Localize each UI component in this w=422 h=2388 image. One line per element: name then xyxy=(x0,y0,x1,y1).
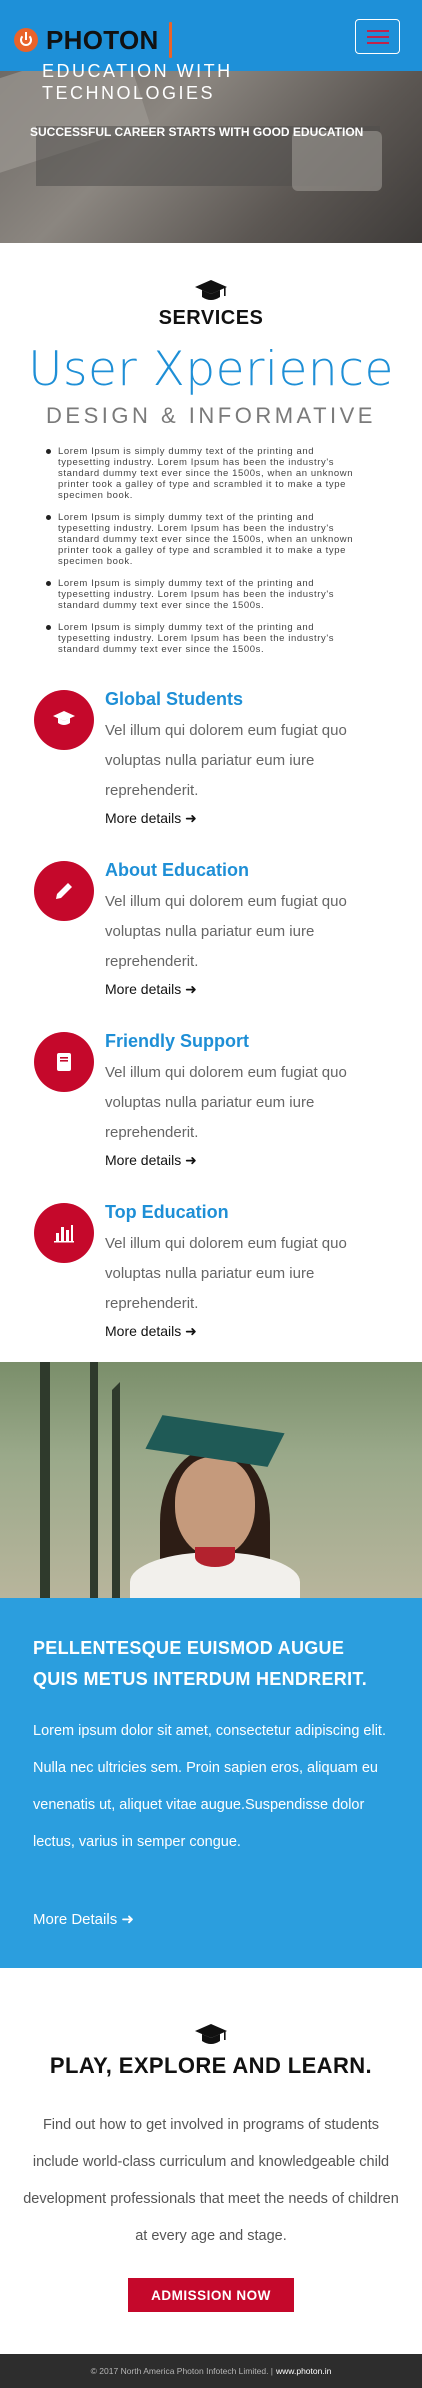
hero-subtitle: SUCCESSFUL CAREER STARTS WITH GOOD EDUCA… xyxy=(30,125,364,139)
logo-divider xyxy=(168,22,172,58)
services-heading: SERVICES xyxy=(158,307,264,329)
footer-copyright: © 2017 North America Photon Infotech Lim… xyxy=(90,2366,274,2376)
pencil-icon xyxy=(34,861,94,921)
list-item: Lorem Ipsum is simply dummy text of the … xyxy=(44,446,369,501)
promo-text: Lorem ipsum dolor sit amet, consectetur … xyxy=(33,1723,386,1850)
logo-text: PHOTON xyxy=(46,24,159,55)
feature-text: Vel illum qui dolorem eum fugiat quo vol… xyxy=(105,1235,347,1312)
more-details-link[interactable]: More details ➜ xyxy=(105,1152,197,1169)
list-item: Lorem Ipsum is simply dummy text of the … xyxy=(44,622,369,655)
arrow-right-icon: ➜ xyxy=(185,981,197,997)
more-details-link[interactable]: More details ➜ xyxy=(105,981,197,998)
hamburger-line xyxy=(367,42,389,44)
feature-title: Top Education xyxy=(105,1202,229,1222)
services-bullet-list: Lorem Ipsum is simply dummy text of the … xyxy=(44,446,369,666)
hero-title: EDUCATION WITH TECHNOLOGIES xyxy=(42,61,233,103)
promo-title: PELLENTESQUE EUISMOD AUGUE QUIS METUS IN… xyxy=(33,1638,368,1689)
graduate-photo xyxy=(0,1362,422,1598)
arrow-right-icon: ➜ xyxy=(185,810,197,826)
feature-title: About Education xyxy=(105,860,249,880)
list-item: Lorem Ipsum is simply dummy text of the … xyxy=(44,578,369,611)
ux-headline: User Xperience xyxy=(28,342,394,397)
play-heading: PLAY, EXPLORE AND LEARN. xyxy=(49,2053,373,2078)
feature-title: Global Students xyxy=(105,689,244,709)
feature-text: Vel illum qui dolorem eum fugiat quo vol… xyxy=(105,1064,347,1141)
feature-text: Vel illum qui dolorem eum fugiat quo vol… xyxy=(105,893,347,970)
photon-logo[interactable]: PHOTON xyxy=(14,22,172,58)
ux-subheadline: DESIGN & INFORMATIVE xyxy=(46,403,376,428)
feature-text: Vel illum qui dolorem eum fugiat quo vol… xyxy=(105,722,347,799)
arrow-right-icon: ➜ xyxy=(121,1911,134,1928)
bar-chart-icon xyxy=(34,1203,94,1263)
book-icon xyxy=(34,1032,94,1092)
feature-title: Friendly Support xyxy=(105,1031,249,1051)
graduation-cap-icon xyxy=(34,690,94,750)
graduation-cap-icon xyxy=(195,2024,227,2044)
arrow-right-icon: ➜ xyxy=(185,1152,197,1168)
hamburger-line xyxy=(367,36,389,38)
graduation-cap-icon xyxy=(195,280,227,300)
footer: © 2017 North America Photon Infotech Lim… xyxy=(0,2354,422,2388)
more-details-link[interactable]: More details ➜ xyxy=(105,810,197,827)
footer-website-link[interactable]: www.photon.in xyxy=(276,2366,331,2376)
list-item: Lorem Ipsum is simply dummy text of the … xyxy=(44,512,369,567)
power-icon xyxy=(14,28,38,52)
play-text: Find out how to get involved in programs… xyxy=(23,2117,399,2244)
more-details-link[interactable]: More details ➜ xyxy=(105,1323,197,1340)
promo-more-details-link[interactable]: More Details ➜ xyxy=(33,1910,134,1928)
hamburger-line xyxy=(367,30,389,32)
admission-now-button[interactable]: ADMISSION NOW xyxy=(128,2278,294,2312)
hamburger-menu-button[interactable] xyxy=(355,19,400,54)
arrow-right-icon: ➜ xyxy=(185,1323,197,1339)
